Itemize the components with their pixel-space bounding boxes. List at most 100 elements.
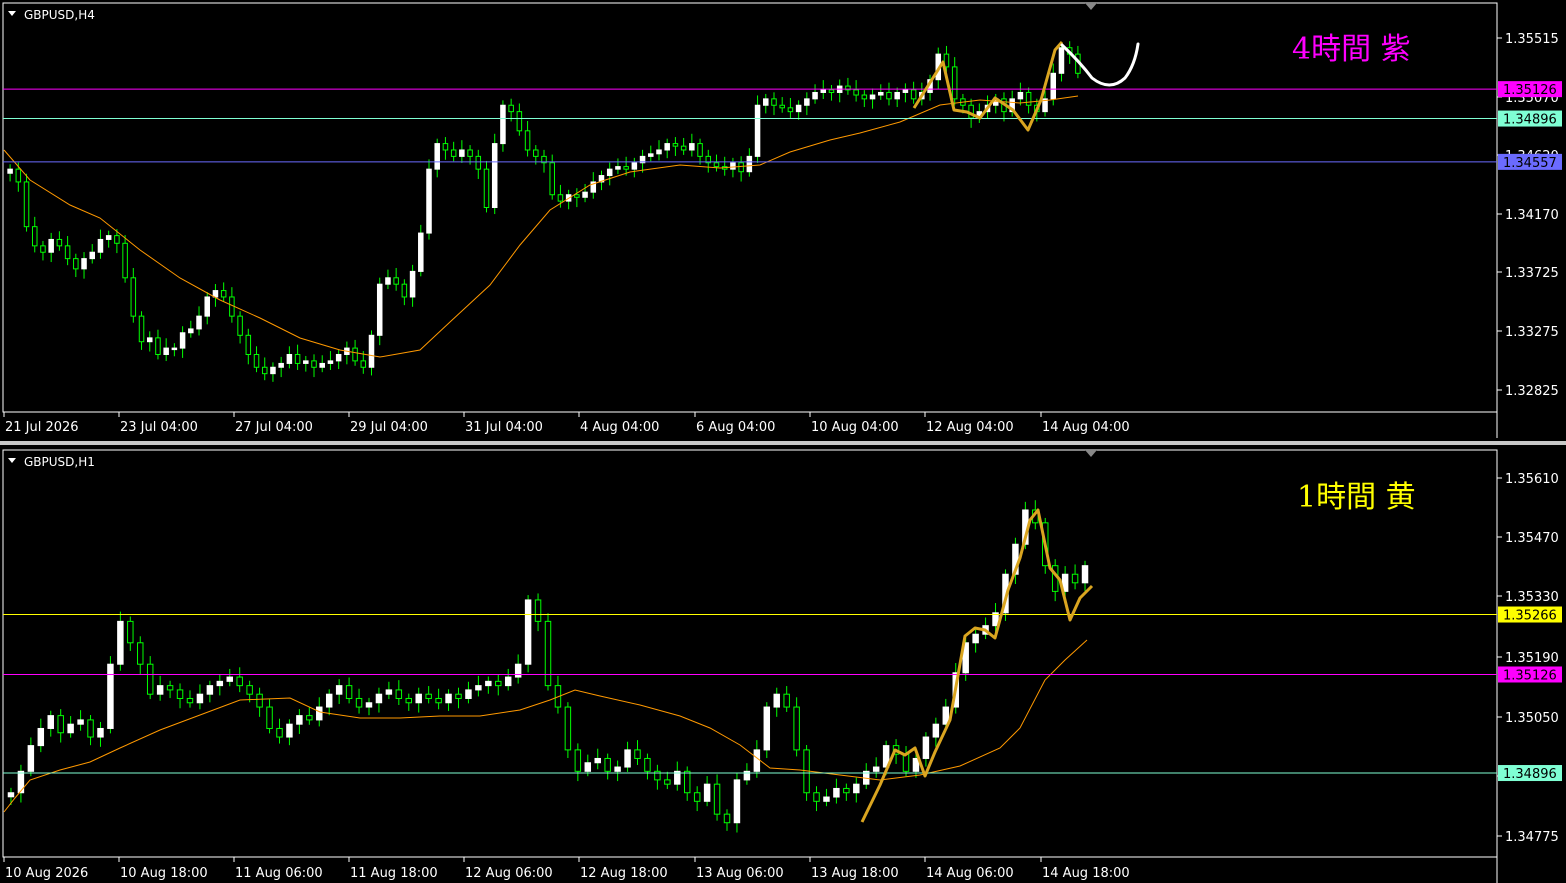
h1-candle <box>27 745 35 772</box>
h1-candle <box>137 642 144 665</box>
h4-candle <box>7 168 13 174</box>
h4-candle <box>730 162 736 170</box>
h1-candle <box>425 693 432 699</box>
h4-candle <box>689 143 695 151</box>
h1-candle <box>445 693 452 704</box>
h1-candle <box>226 676 233 682</box>
h1-price-tick-label: 1.34775 <box>1505 830 1559 845</box>
h1-candle <box>872 766 880 772</box>
h4-candle <box>902 89 909 93</box>
h4-time-label: 23 Jul 04:00 <box>120 420 198 435</box>
h1-candle <box>77 719 84 725</box>
h1-candle <box>316 706 323 721</box>
h4-time-label: 12 Aug 04:00 <box>926 420 1014 435</box>
h4-candle <box>261 366 268 375</box>
panel-separator[interactable] <box>0 441 1566 445</box>
h1-time-label: 14 Aug 18:00 <box>1042 866 1130 881</box>
h1-candle <box>664 779 671 785</box>
h1-candle <box>504 676 512 687</box>
h4-candle <box>491 143 498 208</box>
h4-candle <box>459 149 465 157</box>
h1-candle <box>156 685 164 695</box>
h4-candle <box>713 162 720 168</box>
h4-candle <box>40 245 46 253</box>
h1-candle <box>107 663 114 729</box>
h4-time-label: 31 Jul 04:00 <box>465 420 543 435</box>
h1-candle <box>1081 565 1089 584</box>
h1-candle <box>296 715 303 725</box>
h1-time-label: 10 Aug 2026 <box>5 866 88 881</box>
h4-annotation: 4時間 紫 <box>1292 32 1411 67</box>
h1-candle <box>395 689 403 699</box>
h4-candle <box>1050 72 1057 100</box>
h1-candle <box>902 753 910 772</box>
h4-candle <box>360 360 367 368</box>
h1-candle <box>713 783 721 815</box>
h1-candle <box>47 715 54 729</box>
h1-candle <box>216 680 224 687</box>
h4-candle <box>869 94 876 100</box>
h4-plot-area <box>2 2 1498 413</box>
h4-candle <box>606 168 613 177</box>
h1-time-label: 12 Aug 06:00 <box>465 866 553 881</box>
h1-time-label: 14 Aug 06:00 <box>926 866 1014 881</box>
h4-candle <box>516 111 523 132</box>
h4-candle <box>631 162 638 170</box>
h1-candle <box>306 715 313 721</box>
h4-time-label: 27 Jul 04:00 <box>235 420 313 435</box>
h1-candle <box>733 779 741 824</box>
h4-candle <box>582 191 588 198</box>
h4-candle <box>245 334 252 355</box>
h4-candle <box>426 168 432 234</box>
h1-time-label: 12 Aug 18:00 <box>580 866 668 881</box>
h4-candle <box>795 104 802 113</box>
h1-symbol-label: GBPUSD,H1 <box>24 455 95 469</box>
h4-candle <box>664 143 670 151</box>
h4-candle <box>697 143 703 157</box>
h4-candle <box>738 162 744 173</box>
h4-candle <box>812 91 818 100</box>
h1-candle <box>524 599 532 665</box>
h1-candle <box>604 757 611 772</box>
h4-candle <box>418 232 424 272</box>
h4-candle <box>188 328 194 334</box>
h4-candle <box>303 360 309 364</box>
h4-candle <box>910 89 917 100</box>
h4-candle <box>574 194 580 198</box>
h4-candle <box>212 290 219 298</box>
h1-candle <box>793 706 800 751</box>
h4-candle <box>220 290 227 298</box>
h4-chart-panel[interactable]: GBPUSD,H4 4時間 紫 1.355151.350701.346201.3… <box>2 2 1562 438</box>
h4-candle <box>31 226 38 247</box>
h4-candle <box>335 353 342 362</box>
h4-candle <box>64 245 71 260</box>
h4-candle <box>270 366 276 375</box>
h4-candle <box>508 104 514 113</box>
h1-candle <box>574 749 582 772</box>
h1-candle <box>594 757 601 764</box>
h4-candle <box>253 353 260 368</box>
h1-chart-panel[interactable]: GBPUSD,H1 1時間 黄 1.356101.354701.353301.3… <box>2 449 1562 883</box>
h1-candle <box>365 702 373 708</box>
h4-price-tick-label: 1.34170 <box>1505 208 1559 223</box>
h4-candle <box>434 143 440 170</box>
h1-candle <box>584 762 592 772</box>
h4-candle <box>549 162 555 196</box>
h1-price-tick-label: 1.35470 <box>1505 531 1559 546</box>
h4-candle <box>853 89 859 96</box>
h1-candle <box>266 706 273 729</box>
h4-candle <box>656 149 662 155</box>
h4-candle <box>1017 91 1024 100</box>
h4-candle <box>533 149 539 157</box>
h1-candle <box>256 693 263 708</box>
h1-candle <box>57 715 64 734</box>
h4-candle <box>1058 47 1065 74</box>
h1-candle <box>206 685 214 695</box>
h4-candle <box>861 94 868 100</box>
h1-candle <box>435 697 442 704</box>
h1-candle <box>455 693 462 699</box>
h4-candle <box>105 235 112 240</box>
h1-candle <box>335 685 343 695</box>
h1-candle <box>1071 573 1079 584</box>
h1-candle <box>127 620 134 644</box>
